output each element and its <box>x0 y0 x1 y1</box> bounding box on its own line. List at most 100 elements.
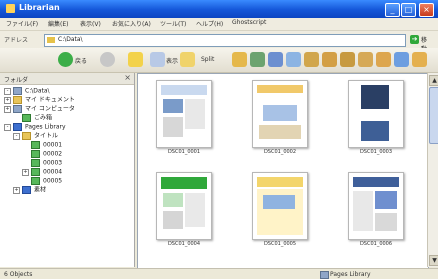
folder-icon <box>22 132 31 140</box>
tree-item[interactable]: +00004 <box>22 168 62 176</box>
thumbnail-item[interactable]: DSC01_0004 <box>142 170 226 252</box>
minimize-button[interactable]: _ <box>385 3 400 17</box>
green-icon <box>31 168 40 176</box>
blue-icon <box>13 123 22 131</box>
address-input[interactable]: C:\Data\ <box>44 34 406 47</box>
page-graphic <box>163 117 183 137</box>
thumbnail-view-icon[interactable] <box>232 52 247 67</box>
collapse-icon[interactable]: - <box>4 87 11 95</box>
page-graphic <box>357 111 393 117</box>
page-preview-image <box>348 80 404 148</box>
layout-label: Split <box>201 56 215 63</box>
rotate-left-icon[interactable] <box>304 52 319 67</box>
list-view-icon[interactable] <box>268 52 283 67</box>
scroll-down-icon[interactable]: ▼ <box>429 255 438 266</box>
thumbnail-item[interactable]: DSC01_0002 <box>238 78 322 160</box>
drive-icon <box>13 87 22 95</box>
expand-icon[interactable]: + <box>4 105 11 113</box>
app-icon <box>6 4 15 13</box>
back-label: 戻る <box>75 58 88 65</box>
move-icon[interactable] <box>376 52 391 67</box>
menu-tools[interactable]: ツール(T) <box>160 19 186 28</box>
tree-item[interactable]: - Pages Library <box>4 123 66 131</box>
folder-tree-header: フォルダ × <box>0 73 134 85</box>
tree-item[interactable]: + マイ ドキュメント <box>4 96 75 104</box>
thumbnail-item[interactable]: DSC01_0003 <box>334 78 418 160</box>
thumbnail-filename: DSC01_0001 <box>167 149 201 155</box>
tree-item[interactable]: + 素材 <box>13 186 46 194</box>
status-bar: 6 Objects Pages Library <box>0 268 438 279</box>
tree-item-label: 00002 <box>43 150 63 158</box>
folder-view-icon[interactable] <box>180 52 195 67</box>
menu-file[interactable]: ファイル(F) <box>6 19 38 28</box>
tree-item-label: ごみ箱 <box>34 114 53 122</box>
menu-view[interactable]: 表示(V) <box>80 19 101 28</box>
back-button[interactable] <box>58 52 73 67</box>
menu-favorites[interactable]: お気に入り(A) <box>112 19 151 28</box>
maximize-button[interactable]: □ <box>401 3 416 17</box>
scroll-thumb[interactable] <box>429 87 438 144</box>
expand-icon[interactable]: + <box>4 96 11 104</box>
thumbnail-filename: DSC01_0004 <box>167 241 201 247</box>
collapse-icon[interactable]: - <box>13 132 20 140</box>
page-preview-image <box>252 80 308 148</box>
tree-item[interactable]: 00005 <box>22 177 62 185</box>
search-icon[interactable] <box>150 52 165 67</box>
thumbnail-item[interactable]: DSC01_0006 <box>334 170 418 252</box>
tree-item[interactable]: + マイ コンピュータ <box>4 105 75 113</box>
tree-item[interactable]: 00001 <box>22 141 62 149</box>
application-window: Librarian _ □ × ファイル(F) 編集(E) 表示(V) お気に入… <box>0 0 438 279</box>
tree-item-label: 00004 <box>43 168 63 176</box>
print-icon[interactable] <box>394 52 409 67</box>
window-title: Librarian <box>19 3 60 12</box>
green-icon <box>31 159 40 167</box>
page-graphic <box>163 193 183 207</box>
address-value: C:\Data\ <box>58 36 83 43</box>
delete-icon[interactable] <box>412 52 427 67</box>
collapse-icon[interactable]: - <box>4 123 11 131</box>
thumbnail-filename: DSC01_0003 <box>359 149 393 155</box>
page-graphic <box>163 211 183 229</box>
rotate-right-icon[interactable] <box>322 52 337 67</box>
close-pane-icon[interactable]: × <box>124 73 131 82</box>
tree-item-label: 00003 <box>43 159 63 167</box>
tree-item[interactable]: 00003 <box>22 159 62 167</box>
go-button[interactable]: ➔ 移動 <box>410 34 432 53</box>
expand-icon[interactable]: + <box>13 186 20 194</box>
close-button[interactable]: × <box>419 3 434 17</box>
tree-item[interactable]: - タイトル <box>13 132 58 140</box>
menu-edit[interactable]: 編集(E) <box>48 19 68 28</box>
thumbnail-item[interactable]: DSC01_0001 <box>142 78 226 160</box>
tree-item[interactable]: ごみ箱 <box>13 114 52 122</box>
green-icon <box>31 150 40 158</box>
copy-icon[interactable] <box>340 52 355 67</box>
page-graphic <box>257 95 303 97</box>
page-graphic <box>163 99 183 113</box>
thumbnail-item[interactable]: DSC01_0005 <box>238 170 322 252</box>
menu-ghostscript[interactable]: Ghostscript <box>232 19 266 26</box>
forward-button[interactable] <box>100 52 115 67</box>
detail-view-icon[interactable] <box>250 52 265 67</box>
address-bar: アドレス C:\Data\ ➔ 移動 <box>0 31 438 53</box>
thumbnail-filename: DSC01_0002 <box>263 149 297 155</box>
page-graphic <box>263 105 297 121</box>
title-bar: Librarian _ □ × <box>0 0 438 18</box>
vertical-scrollbar[interactable]: ▲ ▼ <box>427 73 438 267</box>
page-graphic <box>257 85 303 93</box>
tile-view-icon[interactable] <box>286 52 301 67</box>
status-right: Pages Library <box>330 271 371 278</box>
paste-icon[interactable] <box>358 52 373 67</box>
scroll-up-icon[interactable]: ▲ <box>429 75 438 86</box>
expand-icon[interactable]: + <box>22 168 29 176</box>
page-graphic <box>185 99 205 129</box>
page-graphic <box>263 195 295 209</box>
thumbnail-filename: DSC01_0006 <box>359 241 393 247</box>
folder-icon <box>13 96 22 104</box>
up-folder-icon[interactable] <box>128 52 143 67</box>
menu-help[interactable]: ヘルプ(H) <box>196 19 223 28</box>
tree-item[interactable]: 00002 <box>22 150 62 158</box>
page-preview-image <box>252 172 308 240</box>
tree-item[interactable]: - C:\Data\ <box>4 87 50 95</box>
page-graphic <box>353 191 373 231</box>
page-graphic <box>361 121 389 141</box>
